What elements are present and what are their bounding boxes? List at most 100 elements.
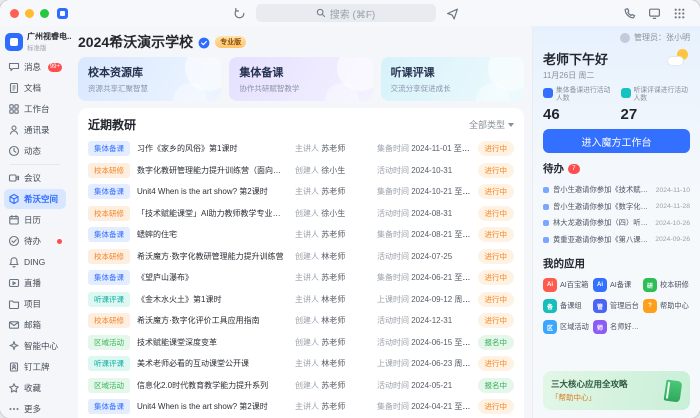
app-master-class[interactable]: 师 名师好课堂 (593, 320, 640, 334)
admin-info[interactable]: 管理员：张小明 (543, 32, 690, 43)
phone-icon[interactable] (623, 7, 636, 20)
promo-banner[interactable]: 三大核心应用全攻略 「帮助中心」 (543, 371, 690, 410)
star-icon (8, 382, 20, 394)
org-logo (5, 33, 23, 51)
screen-share-icon[interactable] (648, 7, 661, 20)
sidebar-item-label: DING (24, 257, 45, 267)
research-row[interactable]: 校本研修 希沃魔方·数字化评价工具应用指南 创建人 林老师 活动时间 2024-… (88, 310, 514, 332)
history-icon[interactable] (233, 7, 246, 20)
global-search-input[interactable]: 搜索 (⌘F) (256, 4, 436, 22)
research-row[interactable]: 集体备课 《望庐山瀑布》 主讲人 苏老师 集备时间 2024-06-21 至 2… (88, 267, 514, 289)
row-type-tag: 校本研修 (88, 163, 130, 178)
row-person: 主讲人 林老师 (295, 294, 377, 305)
sidebar-item-smart-center[interactable]: 智能中心 (4, 336, 66, 356)
collective-prep-icon (543, 88, 553, 98)
card-collective-prep[interactable]: 集体备课 协作共研赋智教学 (229, 57, 372, 101)
sidebar-item-live[interactable]: 直播 (4, 273, 66, 293)
filter-label: 全部类型 (469, 118, 505, 131)
sidebar-item-messages[interactable]: 消息 99+ (4, 57, 66, 77)
titlebar: 搜索 (⌘F) (0, 0, 700, 26)
research-row[interactable]: 听课评课 《金木水火土》第1课时 主讲人 林老师 上课时间 2024-09-12… (88, 289, 514, 311)
research-row[interactable]: 校本研修 希沃魔方·数字化教研管理能力提升训练营 创建人 林老师 活动时间 20… (88, 246, 514, 268)
minimize-window-button[interactable] (25, 9, 34, 18)
card-title: 校本资源库 (88, 64, 211, 80)
sidebar-item-more[interactable]: 更多 (4, 399, 66, 418)
sidebar-item-feed[interactable]: 动态 (4, 141, 66, 161)
row-type-tag: 集体备课 (88, 399, 130, 414)
card-lesson-review[interactable]: 听课评课 交流分享促进成长 (381, 57, 524, 101)
sidebar-item-label: 直播 (24, 277, 41, 289)
enter-workbench-button[interactable]: 进入魔方工作台 (543, 129, 690, 153)
sidebar-item-workbench[interactable]: 工作台 (4, 99, 66, 119)
card-school-resources[interactable]: 校本资源库 资源共享汇聚智慧 (78, 57, 221, 101)
row-status-badge: 进行中 (478, 292, 515, 307)
more-icon (8, 403, 20, 415)
admin-console-icon: 管 (593, 299, 607, 313)
sidebar-item-label: 通讯录 (24, 124, 50, 136)
send-icon[interactable] (446, 7, 459, 20)
sidebar-item-favorites[interactable]: 收藏 (4, 378, 66, 398)
stat-label: 集体备课进行活动人数 (556, 87, 613, 103)
sidebar-item-calendar[interactable]: 日历 (4, 210, 66, 230)
cube-icon (8, 193, 20, 205)
app-prep-group[interactable]: 备 备课组 (543, 299, 590, 313)
app-ai-lesson-prep[interactable]: Ai AI备课 (593, 278, 640, 292)
app-school-training[interactable]: 研 校本研修 (643, 278, 690, 292)
check-circle-icon (8, 235, 20, 247)
sidebar-item-contacts[interactable]: 通讯录 (4, 120, 66, 140)
app-ai-toolbox[interactable]: Ai AI百宝箱 (543, 278, 590, 292)
row-person: 主讲人 林老师 (295, 358, 377, 369)
close-window-button[interactable] (10, 9, 19, 18)
app-admin-console[interactable]: 管 管理后台 (593, 299, 640, 313)
row-title: 希沃魔方·数字化教研管理能力提升训练营 (137, 251, 287, 262)
sidebar-item-projects[interactable]: 项目 (4, 294, 66, 314)
research-row[interactable]: 听课评课 美术老师必看的互动课堂公开课 主讲人 林老师 上课时间 2024-06… (88, 353, 514, 375)
apps-grid-icon[interactable] (673, 7, 686, 20)
row-title: 蟋蟀的住宅 (137, 229, 287, 240)
todo-dot-badge (57, 239, 62, 244)
sidebar-item-ding[interactable]: DING (4, 252, 66, 272)
row-status-badge: 报名中 (478, 378, 515, 393)
research-row[interactable]: 集体备课 Unit4 When is the art show? 第2课时 主讲… (88, 181, 514, 203)
sidebar-item-todo[interactable]: 待办 (4, 231, 66, 251)
row-person: 创建人 林老师 (295, 251, 377, 262)
row-status-badge: 进行中 (478, 184, 515, 199)
research-row[interactable]: 集体备课 Unit4 When is the art show? 第2课时 主讲… (88, 396, 514, 418)
row-title: 《金木水火土》第1课时 (137, 294, 287, 305)
document-icon (8, 82, 20, 94)
sidebar-item-meeting[interactable]: 会议 (4, 168, 66, 188)
row-status-badge: 进行中 (478, 313, 515, 328)
todo-item[interactable]: 林大龙邀请你参加（四）听课评课 2024-10-26 (543, 215, 690, 232)
folder-icon (8, 298, 20, 310)
app-help-center[interactable]: ? 帮助中心 (643, 299, 690, 313)
sidebar-item-work-badge[interactable]: 钉工牌 (4, 357, 66, 377)
todo-section-title: 待办 (543, 161, 564, 176)
research-row[interactable]: 区域活动 信息化2.0时代教育教学能力提升系列 创建人 苏老师 活动时间 202… (88, 375, 514, 397)
type-filter-dropdown[interactable]: 全部类型 (469, 118, 514, 131)
sidebar-item-mail[interactable]: 邮箱 (4, 315, 66, 335)
row-type-tag: 集体备课 (88, 227, 130, 242)
sidebar-item-docs[interactable]: 文档 (4, 78, 66, 98)
research-row[interactable]: 集体备课 蟋蟀的住宅 主讲人 苏老师 集备时间 2024-08-21 至 202… (88, 224, 514, 246)
research-row[interactable]: 校本研修 数字化教研管理能力提升训练营（面向管理员） 创建人 徐小生 活动时间 … (88, 160, 514, 182)
todo-item[interactable]: 黄重亚邀请你参加《第八课》集体备课 2024-09-26 (543, 232, 690, 249)
row-time: 活动时间 2024-08-31 (377, 208, 472, 219)
school-training-icon: 研 (643, 278, 657, 292)
contacts-icon (8, 124, 20, 136)
todo-item[interactable]: 曾小生邀请你参加《数字化教研管理》 2024-11-28 (543, 199, 690, 216)
research-row[interactable]: 集体备课 习作《家乡的风俗》第1课时 主讲人 苏老师 集备时间 2024-11-… (88, 138, 514, 160)
row-person: 创建人 苏老师 (295, 380, 377, 391)
research-row[interactable]: 区域活动 技术赋能课堂深度变革 创建人 苏老师 活动时间 2024-06-15 … (88, 332, 514, 354)
section-title: 近期教研 (88, 116, 136, 133)
research-row[interactable]: 校本研修 「技术赋能课堂」AI助力教师教学专业成长 创建人 徐小生 活动时间 2… (88, 203, 514, 225)
row-time: 活动时间 2024-10-31 (377, 165, 472, 176)
zoom-window-button[interactable] (40, 9, 49, 18)
org-name: 广州视睿电... (27, 31, 71, 42)
row-time: 集备时间 2024-11-01 至 2024-11-30 (377, 143, 472, 154)
org-switcher[interactable]: 广州视睿电... 标准版 (4, 28, 66, 57)
row-time: 活动时间 2024-12-31 (377, 315, 472, 326)
sidebar-item-label: 邮箱 (24, 319, 41, 331)
todo-item[interactable]: 曾小生邀请你参加《技术赋能课堂实践》 2024-11-10 (543, 182, 690, 199)
sidebar-item-seewo-space[interactable]: 希沃空间 (4, 189, 66, 209)
app-regional-activity[interactable]: 区 区域活动 (543, 320, 590, 334)
